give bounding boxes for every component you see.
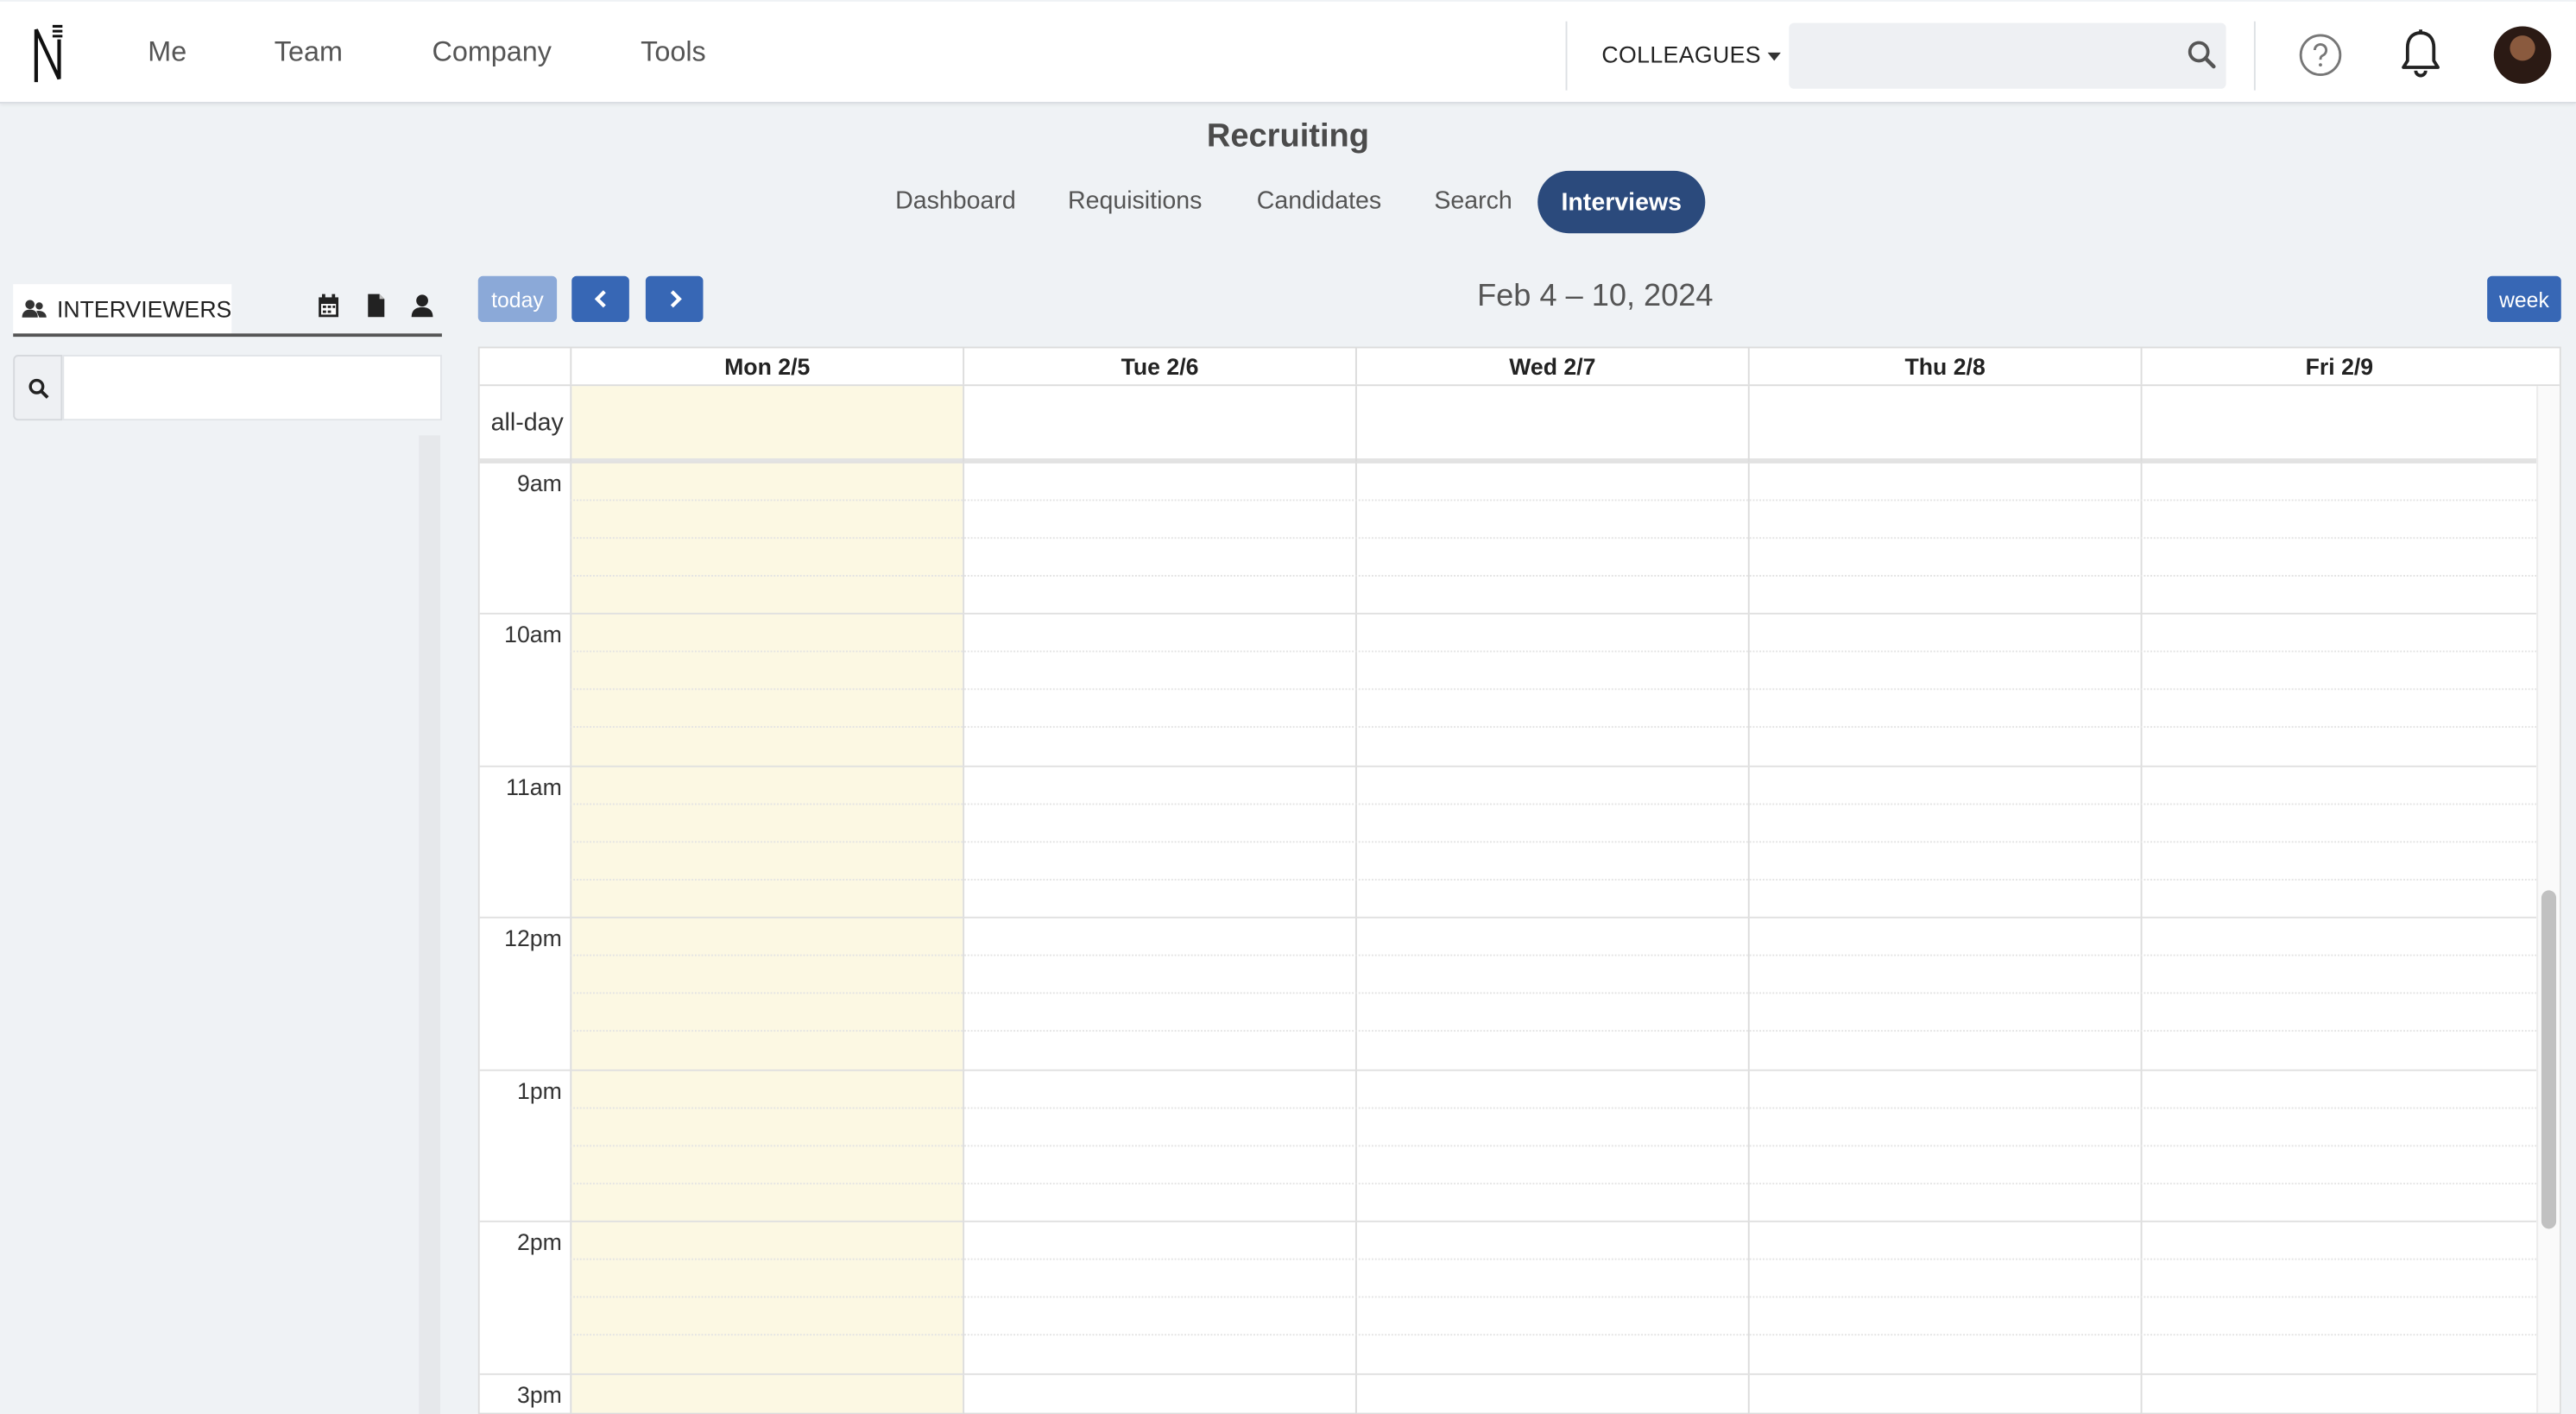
chevron-right-icon xyxy=(669,290,681,308)
colleagues-label: COLLEAGUES xyxy=(1601,41,1761,68)
day-header-tue: Tue 2/6 xyxy=(963,348,1355,385)
quarter-line xyxy=(570,1030,2537,1032)
tab-dashboard[interactable]: Dashboard xyxy=(895,187,1016,215)
calendar-date-range: Feb 4 – 10, 2024 xyxy=(1477,279,1714,314)
nav-company[interactable]: Company xyxy=(432,36,551,69)
time-label-10am: 10am xyxy=(504,621,562,647)
day-header-mon: Mon 2/5 xyxy=(570,348,963,385)
calendar-icon[interactable] xyxy=(317,293,340,319)
nav-divider xyxy=(2253,21,2256,91)
day-header-fri: Fri 2/9 xyxy=(2140,348,2537,385)
help-icon[interactable] xyxy=(2298,33,2342,77)
caret-down-icon xyxy=(1767,52,1781,61)
time-label-9am: 9am xyxy=(516,470,562,496)
document-icon[interactable] xyxy=(364,293,388,319)
tab-search[interactable]: Search xyxy=(1434,187,1512,215)
nav-me[interactable]: Me xyxy=(148,36,186,69)
quarter-line xyxy=(570,537,2537,540)
tab-candidates[interactable]: Candidates xyxy=(1257,187,1381,215)
search-icon xyxy=(28,377,48,398)
quarter-line xyxy=(570,1145,2537,1147)
hour-line xyxy=(479,765,2537,767)
tab-interviews[interactable]: Interviews xyxy=(1537,170,1706,234)
time-label-11am: 11am xyxy=(506,773,562,800)
interviewer-list-scrollbar[interactable] xyxy=(419,435,441,1414)
calendar-scrollbar-thumb[interactable] xyxy=(2541,890,2557,1229)
quarter-line xyxy=(570,803,2537,805)
quarter-line xyxy=(570,499,2537,502)
colleagues-dropdown[interactable]: COLLEAGUES xyxy=(1601,41,1781,68)
time-label-3pm: 3pm xyxy=(516,1381,562,1408)
next-week-button[interactable] xyxy=(645,275,704,322)
hour-line xyxy=(479,1373,2537,1375)
tab-interviewers-label: INTERVIEWERS xyxy=(57,295,232,322)
user-icon[interactable] xyxy=(411,293,434,319)
time-label-12pm: 12pm xyxy=(504,925,562,951)
time-label-2pm: 2pm xyxy=(516,1228,562,1255)
quarter-line xyxy=(570,650,2537,653)
interviewer-search-button[interactable] xyxy=(13,355,63,421)
hour-line xyxy=(479,612,2537,615)
quarter-line xyxy=(570,841,2537,843)
time-label-1pm: 1pm xyxy=(516,1077,562,1104)
hour-line xyxy=(479,461,2537,464)
hour-line xyxy=(479,1220,2537,1222)
colleague-search-input[interactable] xyxy=(1789,22,2226,89)
quarter-line xyxy=(570,879,2537,881)
interviewer-search-input[interactable] xyxy=(62,355,442,421)
tab-interviewers[interactable]: INTERVIEWERS xyxy=(13,284,232,334)
quarter-line xyxy=(570,1258,2537,1260)
header-divider xyxy=(479,384,2560,387)
quarter-line xyxy=(570,726,2537,729)
page-title: Recruiting xyxy=(1206,118,1370,155)
top-nav-bar: Me Team Company Tools COLLEAGUES xyxy=(0,1,2576,104)
app-page: Me Team Company Tools COLLEAGUES Recruit… xyxy=(0,0,2576,1414)
notifications-bell-icon[interactable] xyxy=(2398,28,2442,80)
nav-divider xyxy=(1565,21,1568,91)
today-button[interactable]: today xyxy=(477,275,558,322)
quarter-line xyxy=(570,575,2537,577)
quarter-line xyxy=(570,1296,2537,1298)
people-icon xyxy=(22,300,47,318)
quarter-line xyxy=(570,1183,2537,1185)
quarter-line xyxy=(570,992,2537,994)
tab-requisitions[interactable]: Requisitions xyxy=(1068,187,1203,215)
nav-team[interactable]: Team xyxy=(275,36,343,69)
calendar-grid: Mon 2/5 Tue 2/6 Wed 2/7 Thu 2/8 Fri 2/9 … xyxy=(477,346,2561,1414)
quarter-line xyxy=(570,954,2537,956)
search-icon[interactable] xyxy=(2187,40,2216,69)
week-view-button[interactable]: week xyxy=(2487,275,2561,322)
allday-label: all-day xyxy=(490,408,564,438)
day-header-thu: Thu 2/8 xyxy=(1747,348,2141,385)
app-logo[interactable] xyxy=(29,23,69,85)
tab-underline xyxy=(13,333,442,338)
day-header-wed: Wed 2/7 xyxy=(1354,348,1748,385)
user-avatar[interactable] xyxy=(2493,26,2552,85)
quarter-line xyxy=(570,1334,2537,1336)
hour-line xyxy=(479,1069,2537,1071)
quarter-line xyxy=(570,1107,2537,1109)
nav-tools[interactable]: Tools xyxy=(641,36,706,69)
prev-week-button[interactable] xyxy=(571,275,629,322)
quarter-line xyxy=(570,688,2537,691)
chevron-left-icon xyxy=(593,290,605,308)
hour-line xyxy=(479,916,2537,918)
